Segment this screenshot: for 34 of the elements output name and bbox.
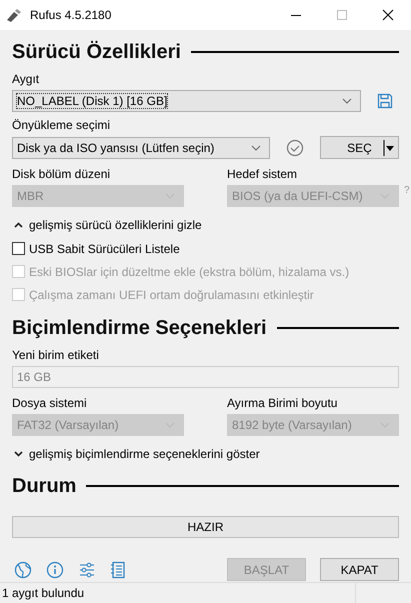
- usb-drive-icon: [6, 8, 22, 22]
- field-label: Önyükleme seçimi: [12, 118, 112, 132]
- dropdown[interactable]: NO_LABEL (Disk 1) [16 GB]: [12, 90, 361, 112]
- field-label: Aygıt: [12, 72, 40, 86]
- log-icon[interactable]: [110, 560, 126, 578]
- section-heading: Durum: [12, 474, 76, 498]
- checkbox[interactable]: [12, 242, 25, 255]
- dropdown[interactable]: Disk ya da ISO yansısı (Lütfen seçin): [12, 136, 270, 158]
- field-label: Ayırma Birimi boyutu: [227, 396, 338, 410]
- status-bar-text: 1 aygıt bulundu: [2, 586, 84, 600]
- dropdown-arrow-icon: [383, 140, 395, 156]
- advanced-toggle[interactable]: gelişmiş biçimlendirme seçeneklerini göster: [12, 444, 399, 464]
- check-circle-icon[interactable]: [286, 138, 304, 156]
- globe-icon[interactable]: [14, 560, 32, 578]
- window-title: Rufus 4.5.2180: [30, 8, 112, 22]
- close-button[interactable]: KAPAT: [320, 558, 399, 581]
- select-button[interactable]: SEÇ: [320, 136, 399, 159]
- chevron-icon: [251, 144, 261, 150]
- checkbox-label: Çalışma zamanı UEFI ortam doğrulamasını etkinleştir: [29, 288, 314, 302]
- section-heading: Biçimlendirme Seçenekleri: [12, 316, 267, 340]
- checkbox-label: Eski BIOSlar için düzeltme ekle (ekstra bölüm, hizalama vs.): [29, 264, 350, 278]
- field-label: Disk bölüm düzeni: [12, 167, 112, 181]
- settings-icon[interactable]: [78, 560, 96, 578]
- section-heading: Sürücü Özellikleri: [12, 40, 181, 64]
- chevron-up-icon: [14, 222, 23, 228]
- chevron-down-icon: [14, 451, 23, 457]
- field-label: Yeni birim etiketi: [12, 348, 100, 362]
- checkbox-label: USB Sabit Sürücüleri Listele: [29, 242, 180, 256]
- save-icon[interactable]: [377, 93, 393, 109]
- field-label: Hedef sistem: [227, 167, 298, 181]
- advanced-toggle[interactable]: gelişmiş sürücü özelliklerini gizle: [12, 215, 399, 235]
- field-label: Dosya sistemi: [12, 396, 88, 410]
- chevron-icon: [342, 98, 352, 104]
- info-icon[interactable]: [46, 560, 64, 578]
